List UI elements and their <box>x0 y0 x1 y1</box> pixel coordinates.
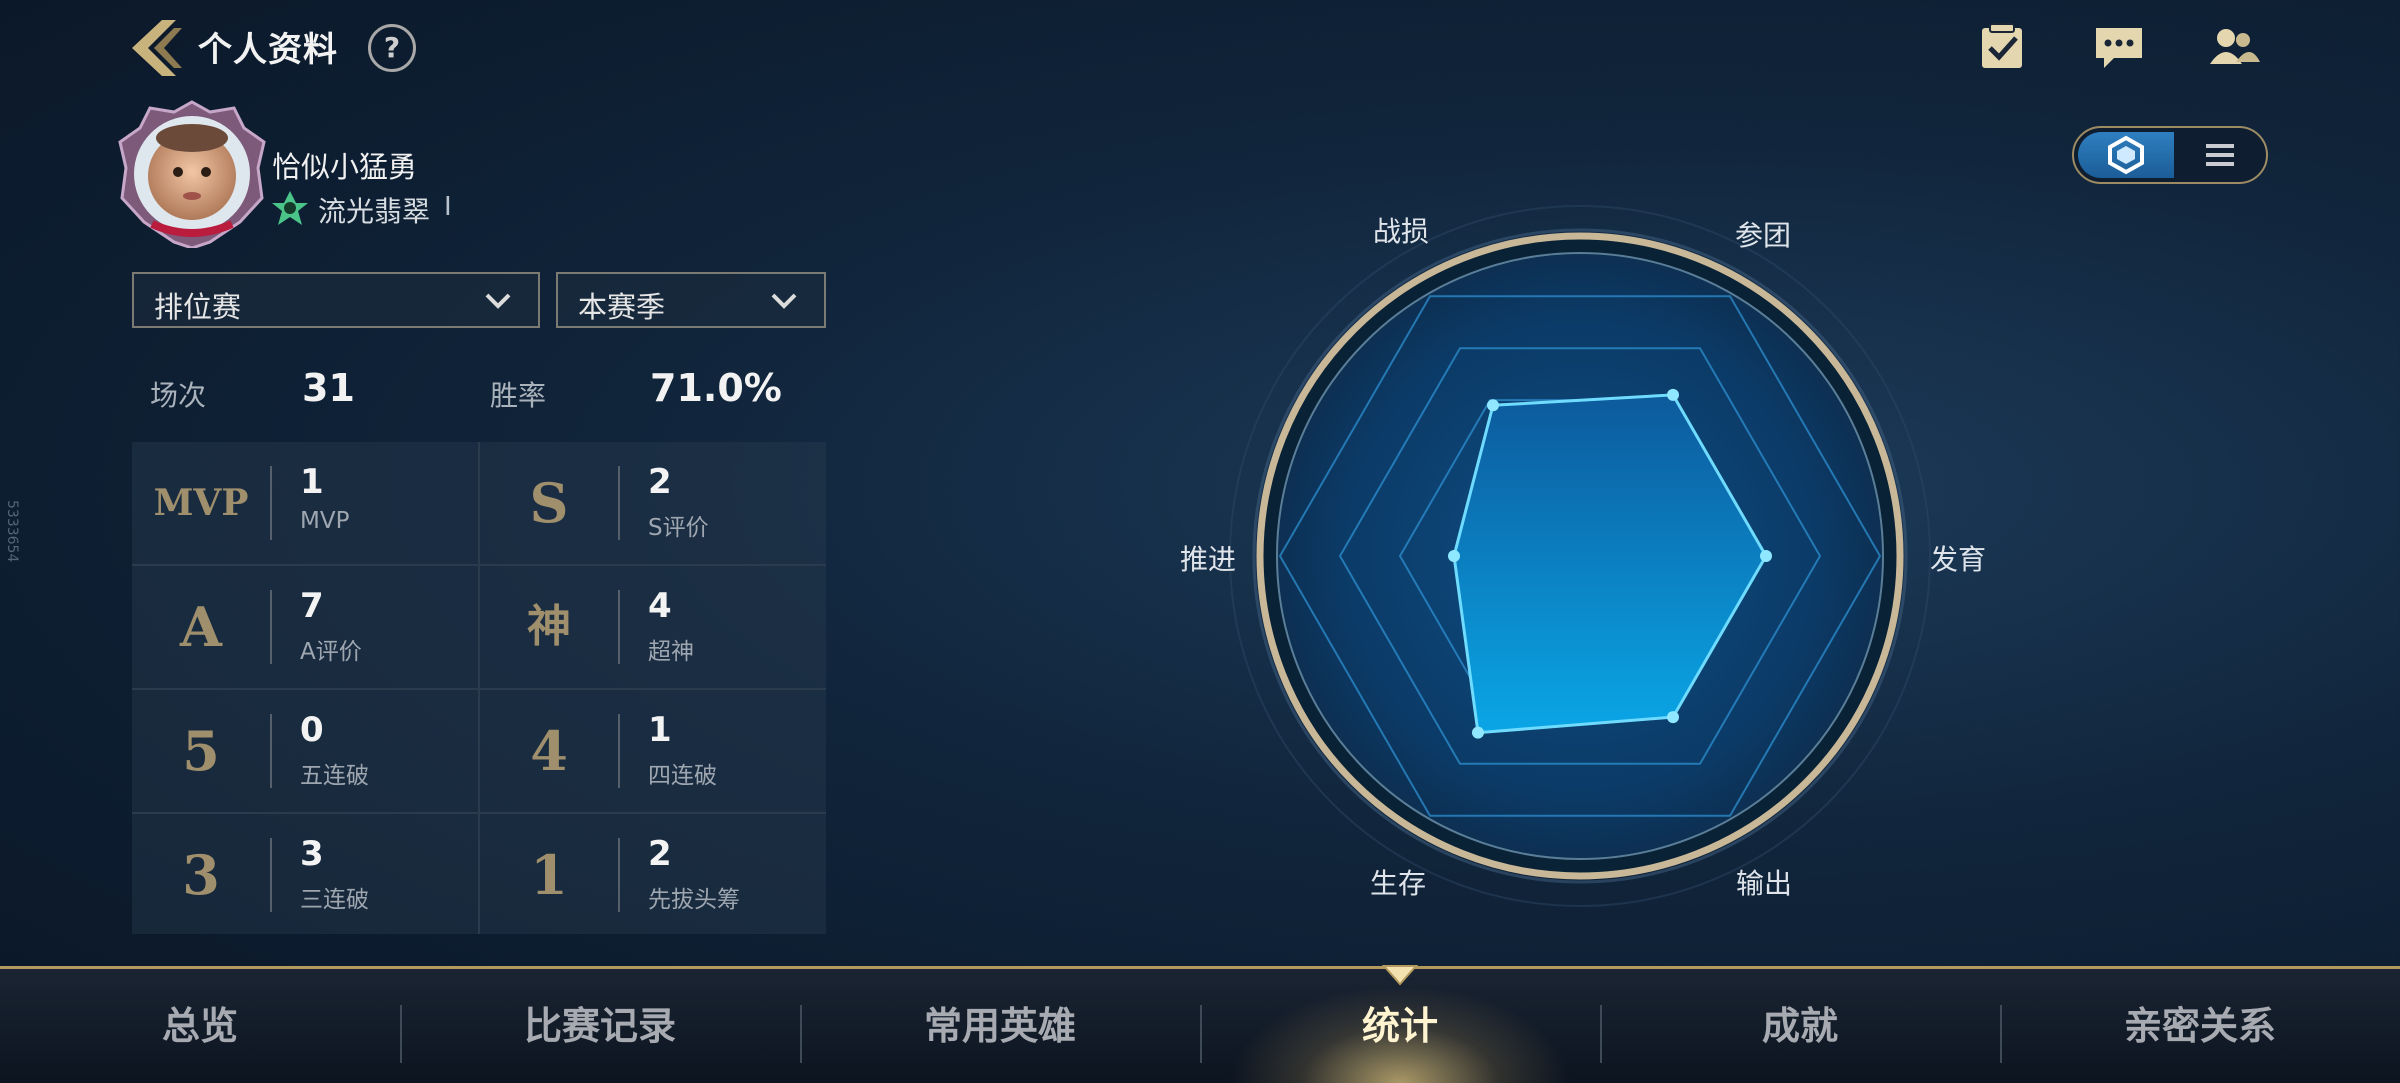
stat-triple-kill: 3 3 三连破 <box>132 814 478 936</box>
quadra-badge-icon: 4 <box>530 719 568 783</box>
side-id-text: 5333654 <box>4 500 20 563</box>
season-dropdown-label: 本赛季 <box>578 290 666 324</box>
stat-value: 1 <box>648 710 672 750</box>
axis-label-damage-taken: 战损 <box>1373 215 1430 248</box>
help-button[interactable]: ? <box>368 24 416 72</box>
stat-value: 0 <box>300 710 324 750</box>
season-dropdown[interactable]: 本赛季 <box>556 272 826 328</box>
rank-tier: I <box>444 192 452 222</box>
stat-value: 2 <box>648 462 672 502</box>
stat-label: 五连破 <box>300 763 369 789</box>
rank-emblem-icon <box>272 191 308 225</box>
stat-label: 超神 <box>648 639 694 665</box>
active-tab-pointer-icon <box>1382 965 1418 986</box>
tab-frequent-heroes[interactable]: 常用英雄 <box>800 969 1200 1083</box>
tab-statistics[interactable]: 统计 <box>1200 969 1600 1083</box>
stat-label: 三连破 <box>300 887 369 913</box>
matches-label: 场次 <box>150 379 207 412</box>
tab-achievements[interactable]: 成就 <box>1600 969 2000 1083</box>
win-rate-value: 71.0% <box>650 366 782 410</box>
bottom-nav: 总览 比赛记录 常用英雄 统计 成就 亲密关系 <box>0 966 2400 1083</box>
first-blood-badge-icon: 1 <box>530 843 568 907</box>
a-badge-icon: A <box>180 595 222 659</box>
stat-first-blood: 1 2 先拔头筹 <box>480 814 826 936</box>
radar-point-0 <box>1487 399 1499 412</box>
stat-legendary: 神 4 超神 <box>480 566 826 688</box>
chevron-down-icon <box>771 293 797 309</box>
stat-value: 4 <box>648 586 672 626</box>
friends-icon[interactable] <box>2206 22 2260 72</box>
tab-relationships[interactable]: 亲密关系 <box>2000 969 2400 1083</box>
mode-dropdown-label: 排位赛 <box>154 290 242 324</box>
axis-label-survival: 生存 <box>1370 867 1427 900</box>
radar-svg <box>1229 205 1931 907</box>
stat-value: 1 <box>300 462 324 502</box>
stats-grid: MVP 1 MVP S 2 S评价 A 7 A评价 神 4 超神 5 0 五连破… <box>132 442 826 934</box>
tab-match-history[interactable]: 比赛记录 <box>400 969 800 1083</box>
hexagon-icon <box>2108 135 2144 175</box>
s-badge-icon: S <box>529 471 569 535</box>
rank-name: 流光翡翠 <box>318 195 431 228</box>
stat-label: A评价 <box>300 639 362 665</box>
chat-icon[interactable] <box>2092 22 2146 72</box>
stat-label: MVP <box>300 508 350 534</box>
top-bar: 个人资料 ? <box>0 0 2400 100</box>
radar-view-button[interactable] <box>2078 132 2174 178</box>
radar-point-1 <box>1667 388 1679 401</box>
stat-label: S评价 <box>648 515 709 541</box>
radar-chart: 战损 参团 发育 输出 生存 推进 <box>1130 180 2030 940</box>
list-view-button[interactable] <box>2176 132 2264 178</box>
radar-point-5 <box>1448 550 1460 562</box>
page-title: 个人资料 <box>198 30 338 70</box>
legendary-badge-icon: 神 <box>527 601 571 652</box>
stat-s-rating: S 2 S评价 <box>480 442 826 564</box>
mode-dropdown[interactable]: 排位赛 <box>132 272 540 328</box>
stat-value: 3 <box>300 834 324 874</box>
stat-mvp: MVP 1 MVP <box>132 442 478 564</box>
penta-badge-icon: 5 <box>182 719 220 783</box>
mvp-badge-icon: MVP <box>153 482 249 524</box>
checklist-icon[interactable] <box>1976 22 2030 72</box>
axis-label-farming: 发育 <box>1930 543 1987 576</box>
radar-point-3 <box>1667 711 1679 724</box>
radar-point-2 <box>1760 550 1772 562</box>
stat-a-rating: A 7 A评价 <box>132 566 478 688</box>
stat-quadra-kill: 4 1 四连破 <box>480 690 826 812</box>
axis-label-teamfight: 参团 <box>1735 219 1792 252</box>
player-name: 恰似小猛勇 <box>272 150 418 184</box>
stat-penta-kill: 5 0 五连破 <box>132 690 478 812</box>
win-rate-label: 胜率 <box>490 379 547 412</box>
stat-label: 先拔头筹 <box>648 887 740 913</box>
matches-value: 31 <box>302 366 355 410</box>
stat-value: 2 <box>648 834 672 874</box>
triple-badge-icon: 3 <box>182 843 220 907</box>
back-arrow-icon[interactable] <box>122 16 192 80</box>
avatar[interactable] <box>112 98 272 248</box>
tab-overview[interactable]: 总览 <box>0 969 400 1083</box>
list-icon <box>2206 144 2234 166</box>
chevron-down-icon <box>485 293 511 309</box>
stat-label: 四连破 <box>648 763 717 789</box>
view-toggle <box>2072 126 2268 184</box>
stat-value: 7 <box>300 586 324 626</box>
radar-point-4 <box>1472 726 1484 739</box>
axis-label-damage: 输出 <box>1736 867 1793 900</box>
axis-label-push: 推进 <box>1180 543 1237 576</box>
